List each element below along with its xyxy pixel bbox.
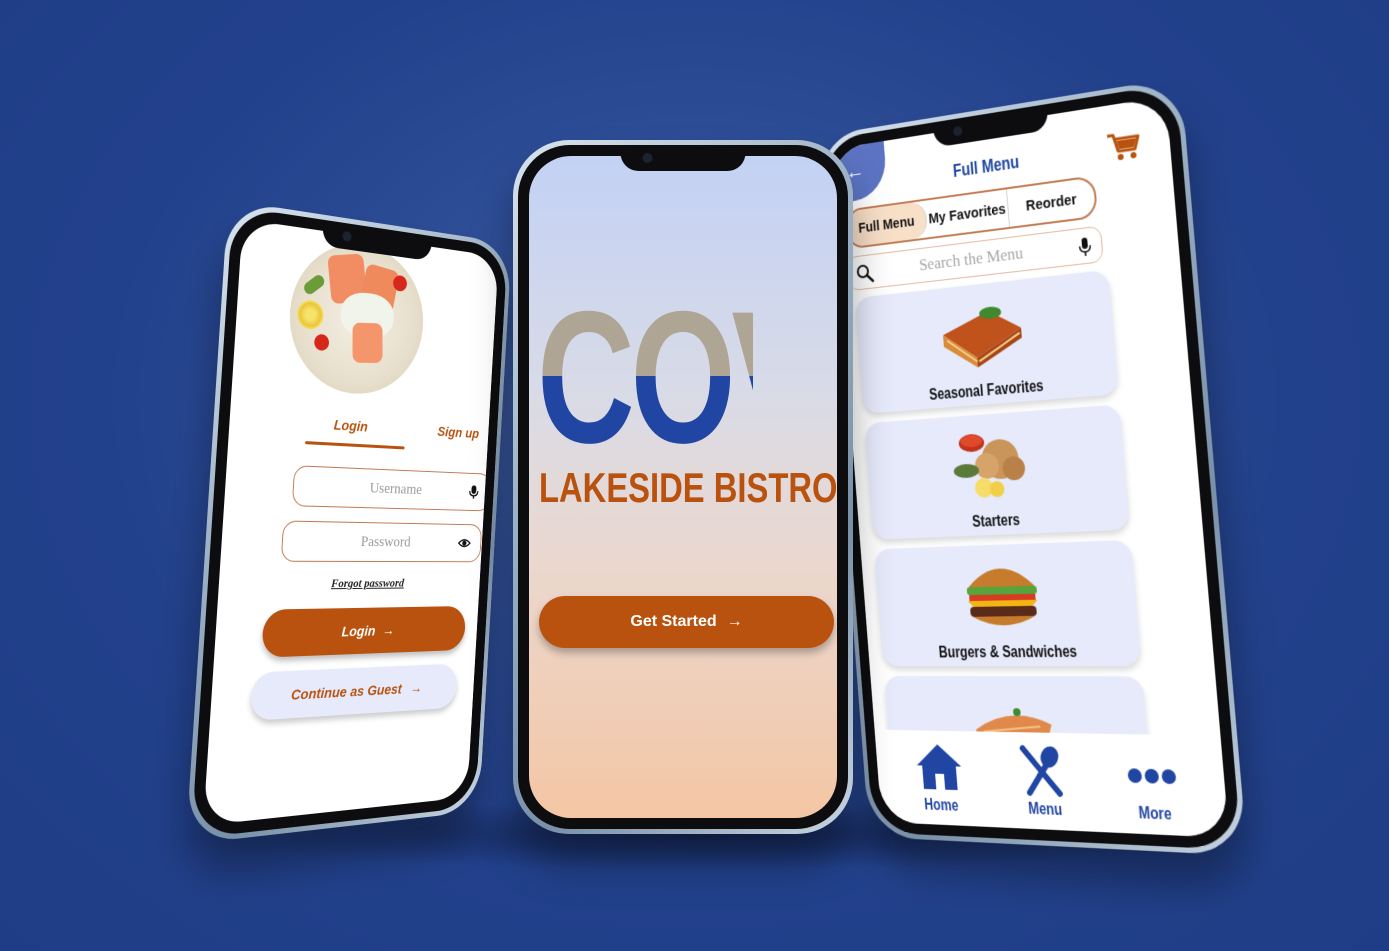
search-icon — [855, 262, 875, 285]
active-tab-indicator — [305, 441, 405, 450]
category-card[interactable]: Seasonal Favorites — [854, 269, 1119, 414]
category-label: Burgers & Sandwiches — [938, 643, 1078, 662]
tab-signup[interactable]: Sign up — [437, 423, 479, 441]
salmon-dish-image — [285, 234, 428, 399]
cart-icon[interactable] — [1105, 127, 1143, 165]
nav-home[interactable]: Home — [911, 740, 968, 816]
login-button-label: Login — [341, 622, 376, 640]
phone-bezel: Login Sign up Username Password Forgot p… — [191, 206, 508, 839]
nav-label: Menu — [1027, 800, 1063, 820]
page-title: Full Menu — [952, 151, 1020, 182]
forgot-password-link[interactable]: Forgot password — [331, 576, 405, 591]
phone-notch — [620, 145, 746, 171]
cove-logo: COVE COVE — [537, 292, 837, 462]
continue-as-guest-button[interactable]: Continue as Guest → — [249, 663, 459, 721]
logo-top-half: COVE — [537, 292, 753, 376]
password-placeholder: Password — [360, 533, 412, 550]
password-field[interactable]: Password — [280, 520, 483, 563]
fork-knife-icon — [1013, 742, 1072, 798]
category-card[interactable]: Starters — [864, 404, 1131, 540]
category-label: Seasonal Favorites — [928, 377, 1045, 404]
arrow-right-icon: → — [726, 613, 743, 630]
tab-login[interactable]: Login — [333, 416, 368, 434]
menu-screen: ← Full Menu Full Menu My Favorites Reord… — [829, 96, 1230, 838]
nav-menu[interactable]: Menu — [1013, 742, 1074, 821]
logo-text: COVE — [537, 376, 753, 462]
restaurant-subtitle: LAKESIDE BISTRO — [539, 464, 837, 511]
bottom-nav: Home Menu More — [874, 729, 1230, 838]
mockup-stage: Login Sign up Username Password Forgot p… — [0, 0, 1389, 951]
guest-button-label: Continue as Guest — [290, 680, 403, 703]
phone-bezel: ← Full Menu Full Menu My Favorites Reord… — [819, 83, 1242, 851]
segment-my-favorites[interactable]: My Favorites — [924, 189, 1011, 238]
category-label: Starters — [971, 511, 1021, 531]
logo-text: COVE — [537, 292, 753, 376]
eye-icon[interactable] — [457, 535, 471, 550]
burger-image — [966, 567, 1039, 626]
microphone-icon[interactable] — [1077, 236, 1092, 258]
more-dots-icon — [1127, 768, 1177, 785]
segment-full-menu[interactable]: Full Menu — [846, 200, 928, 248]
category-card[interactable]: Burgers & Sandwiches — [874, 539, 1142, 667]
login-screen: Login Sign up Username Password Forgot p… — [203, 219, 499, 826]
phone-menu: ← Full Menu Full Menu My Favorites Reord… — [815, 77, 1248, 856]
phone-bezel: COVE COVE LAKESIDE BISTRO Get Started → — [518, 145, 848, 829]
nav-label: Home — [924, 796, 960, 815]
lasagna-image — [941, 305, 1030, 371]
arrow-right-icon: → — [409, 679, 423, 696]
nav-label: More — [1138, 804, 1173, 824]
get-started-label: Get Started — [630, 613, 717, 630]
home-icon — [914, 743, 963, 791]
username-placeholder: Username — [369, 479, 423, 498]
username-field[interactable]: Username — [291, 465, 492, 512]
get-started-button[interactable]: Get Started → — [539, 596, 834, 648]
phone-splash: COVE COVE LAKESIDE BISTRO Get Started → — [513, 140, 853, 834]
segment-reorder[interactable]: Reorder — [1007, 177, 1096, 226]
logo-bottom-half: COVE — [537, 376, 753, 462]
calamari-image — [953, 433, 1026, 499]
login-button[interactable]: Login → — [261, 605, 467, 658]
nav-more[interactable]: More — [1121, 744, 1186, 825]
arrow-right-icon: → — [381, 622, 395, 639]
auth-tabs: Login Sign up — [305, 415, 486, 453]
microphone-icon[interactable] — [467, 484, 481, 500]
search-placeholder: Search the Menu — [918, 243, 1024, 275]
phone-login: Login Sign up Username Password Forgot p… — [185, 200, 512, 845]
splash-screen: COVE COVE LAKESIDE BISTRO Get Started → — [529, 156, 837, 818]
